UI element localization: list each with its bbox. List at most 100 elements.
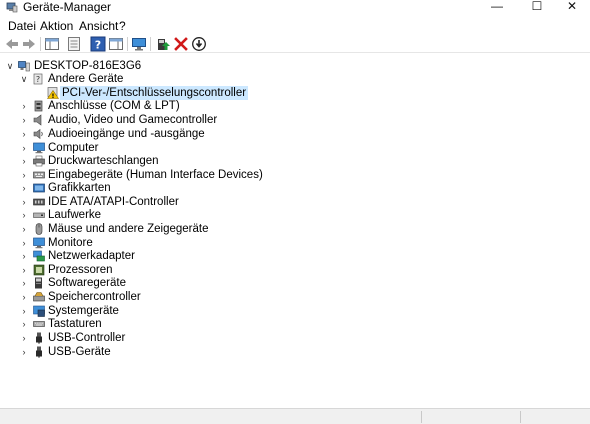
tree-category[interactable]: › Tastaturen xyxy=(0,317,590,331)
monitor-scan-icon[interactable] xyxy=(131,36,147,52)
chevron-right-icon[interactable]: › xyxy=(19,154,29,168)
chevron-right-icon[interactable]: › xyxy=(19,181,29,195)
chevron-right-icon[interactable]: › xyxy=(19,195,29,209)
tree-category-label: Laufwerke xyxy=(48,209,102,221)
tree-category[interactable]: › Audio, Video und Gamecontroller xyxy=(0,113,590,127)
chevron-right-icon[interactable]: › xyxy=(19,331,29,345)
storage-controller-icon xyxy=(33,291,45,303)
unknown-device-icon: ? xyxy=(33,73,45,85)
disable-icon[interactable] xyxy=(191,36,207,52)
tree-category-label: Prozessoren xyxy=(48,264,113,276)
audio-io-icon xyxy=(33,128,45,140)
chevron-right-icon[interactable]: › xyxy=(19,208,29,222)
title-bar: Geräte-Manager — ☐ ✕ xyxy=(0,0,590,16)
chevron-right-icon[interactable]: › xyxy=(19,113,29,127)
tree-category[interactable]: › Mäuse und andere Zeigegeräte xyxy=(0,222,590,236)
processor-icon xyxy=(33,264,45,276)
chevron-right-icon[interactable]: › xyxy=(19,345,29,359)
tree-category-label: USB-Geräte xyxy=(48,346,111,358)
toolbar: ? xyxy=(0,35,590,53)
tree-category[interactable]: › Computer xyxy=(0,141,590,155)
chevron-right-icon[interactable]: › xyxy=(19,304,29,318)
chevron-down-icon[interactable]: ∨ xyxy=(19,72,29,86)
tree-category[interactable]: › USB-Controller xyxy=(0,331,590,345)
chevron-right-icon[interactable]: › xyxy=(19,141,29,155)
status-divider xyxy=(421,411,422,423)
ide-controller-icon xyxy=(33,196,45,208)
chevron-down-icon[interactable]: ∨ xyxy=(5,59,15,73)
menu-ansicht[interactable]: Ansicht xyxy=(77,19,120,33)
tree-category[interactable]: › Druckwarteschlangen xyxy=(0,154,590,168)
tree-category[interactable]: › Netzwerkadapter xyxy=(0,249,590,263)
chevron-right-icon[interactable]: › xyxy=(19,317,29,331)
usb-controller-icon xyxy=(33,332,45,344)
tree-category[interactable]: › IDE ATA/ATAPI-Controller xyxy=(0,195,590,209)
chevron-right-icon[interactable]: › xyxy=(19,236,29,250)
status-bar xyxy=(0,408,590,424)
tree-category-label: Speichercontroller xyxy=(48,291,141,303)
help-icon[interactable]: ? xyxy=(90,36,106,52)
tree-category-label: Monitore xyxy=(48,237,93,249)
action-pane-icon[interactable] xyxy=(108,36,124,52)
tree-root-label: DESKTOP-816E3G6 xyxy=(34,60,142,72)
tree-device-pci-controller[interactable]: ! PCI-Ver-/Entschlüsselungscontroller xyxy=(0,86,590,100)
tree-category-label: Computer xyxy=(48,142,99,154)
status-divider xyxy=(520,411,521,423)
chevron-right-icon[interactable]: › xyxy=(19,290,29,304)
tree-category[interactable]: › Audioeingänge und -ausgänge xyxy=(0,127,590,141)
tree-category-label: Netzwerkadapter xyxy=(48,250,135,262)
tree-category[interactable]: › Prozessoren xyxy=(0,263,590,277)
svg-text:?: ? xyxy=(95,39,101,52)
tree-category-label: Audio, Video und Gamecontroller xyxy=(48,114,218,126)
menu-datei[interactable]: Datei xyxy=(6,19,38,33)
tree-category-label: IDE ATA/ATAPI-Controller xyxy=(48,196,179,208)
uninstall-icon[interactable] xyxy=(173,36,189,52)
tree-category[interactable]: › Eingabegeräte (Human Interface Devices… xyxy=(0,168,590,182)
tree-category[interactable]: › Laufwerke xyxy=(0,208,590,222)
menu-aktion[interactable]: Aktion xyxy=(38,19,75,33)
maximize-button[interactable]: ☐ xyxy=(522,0,552,14)
chevron-right-icon[interactable]: › xyxy=(19,276,29,290)
update-driver-icon[interactable] xyxy=(155,36,171,52)
device-manager-app-icon xyxy=(6,1,18,13)
tree-category[interactable]: › Softwaregeräte xyxy=(0,276,590,290)
minimize-button[interactable]: — xyxy=(482,0,512,14)
menu-help[interactable]: ? xyxy=(117,19,128,33)
close-button[interactable]: ✕ xyxy=(557,0,587,14)
tree-category-label: Druckwarteschlangen xyxy=(48,155,159,167)
toolbar-separator xyxy=(40,37,41,51)
tree-group-andere-geraete[interactable]: ∨ ? Andere Geräte xyxy=(0,72,590,86)
speaker-icon xyxy=(33,114,45,126)
printer-icon xyxy=(33,155,45,167)
usb-device-icon xyxy=(33,346,45,358)
menu-bar: Datei Aktion Ansicht ? xyxy=(0,17,590,35)
tree-category[interactable]: › USB-Geräte xyxy=(0,345,590,359)
show-hide-tree-icon[interactable] xyxy=(44,36,60,52)
software-device-icon xyxy=(33,277,45,289)
properties-icon[interactable] xyxy=(66,36,82,52)
window-title: Geräte-Manager xyxy=(23,0,112,14)
tree-category[interactable]: › Monitore xyxy=(0,236,590,250)
chevron-right-icon[interactable]: › xyxy=(19,222,29,236)
display-adapter-icon xyxy=(33,182,45,194)
tree-device-label: PCI-Ver-/Entschlüsselungscontroller xyxy=(60,86,249,100)
back-icon[interactable] xyxy=(4,36,20,52)
tree-category[interactable]: › Anschlüsse (COM & LPT) xyxy=(0,99,590,113)
tree-root[interactable]: ∨ DESKTOP-816E3G6 xyxy=(0,59,590,73)
port-icon xyxy=(33,100,45,112)
forward-icon[interactable] xyxy=(21,36,37,52)
computer-icon xyxy=(33,142,45,154)
monitor-icon xyxy=(33,237,45,249)
chevron-right-icon[interactable]: › xyxy=(19,263,29,277)
system-device-icon xyxy=(33,305,45,317)
chevron-right-icon[interactable]: › xyxy=(19,168,29,182)
toolbar-separator xyxy=(127,37,128,51)
tree-category[interactable]: › Grafikkarten xyxy=(0,181,590,195)
chevron-right-icon[interactable]: › xyxy=(19,127,29,141)
tree-category[interactable]: › Speichercontroller xyxy=(0,290,590,304)
chevron-right-icon[interactable]: › xyxy=(19,99,29,113)
svg-text:?: ? xyxy=(36,75,40,84)
mouse-icon xyxy=(33,223,45,235)
tree-category[interactable]: › Systemgeräte xyxy=(0,304,590,318)
chevron-right-icon[interactable]: › xyxy=(19,249,29,263)
